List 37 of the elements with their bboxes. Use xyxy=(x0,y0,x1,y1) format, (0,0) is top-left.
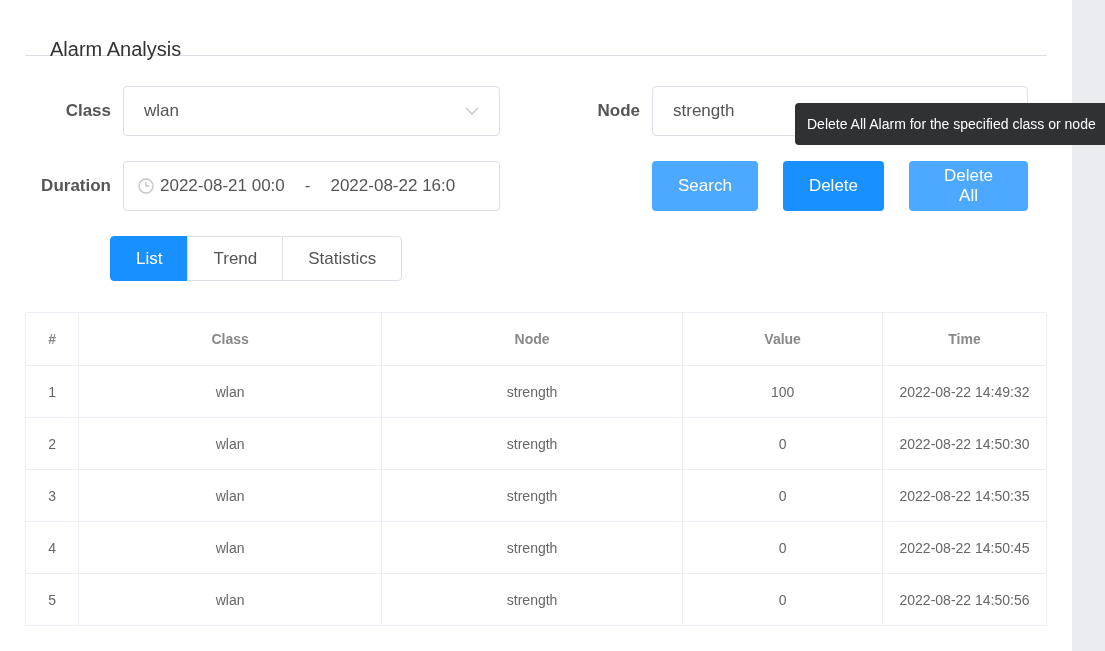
table-cell: 0 xyxy=(682,417,883,470)
tooltip: Delete All Alarm for the specified class or node xyxy=(795,103,1105,145)
column-header: Class xyxy=(78,312,382,366)
start-date: 2022-08-21 00:0 xyxy=(160,176,285,196)
table-cell: 4 xyxy=(25,521,79,574)
table-cell: wlan xyxy=(78,365,382,418)
table-cell: strength xyxy=(381,365,683,418)
table-cell: 5 xyxy=(25,573,79,626)
column-header: Value xyxy=(682,312,883,366)
table-cell: 1 xyxy=(25,365,79,418)
node-label: Node xyxy=(596,101,640,121)
table-cell: 2 xyxy=(25,417,79,470)
column-header: # xyxy=(25,312,79,366)
range-separator: - xyxy=(304,176,311,196)
table-cell: 0 xyxy=(682,573,883,626)
column-header: Time xyxy=(882,312,1047,366)
table-cell: 100 xyxy=(682,365,883,418)
table-cell: wlan xyxy=(78,417,382,470)
class-label: Class xyxy=(64,101,111,121)
table-cell: 2022-08-22 14:50:30 xyxy=(882,417,1047,470)
table-cell: wlan xyxy=(78,521,382,574)
table-cell: wlan xyxy=(78,469,382,522)
table-cell: strength xyxy=(381,469,683,522)
table-cell: 3 xyxy=(25,469,79,522)
table-cell: wlan xyxy=(78,573,382,626)
column-header: Node xyxy=(381,312,683,366)
table-cell: 2022-08-22 14:50:35 xyxy=(882,469,1047,522)
table-cell: strength xyxy=(381,521,683,574)
end-date: 2022-08-22 16:0 xyxy=(330,176,456,196)
table-cell: 2022-08-22 14:49:32 xyxy=(882,365,1047,418)
duration-label: Duration xyxy=(40,176,111,196)
table-cell: 2022-08-22 14:50:56 xyxy=(882,573,1047,626)
table-cell: strength xyxy=(381,417,683,470)
table-cell: strength xyxy=(381,573,683,626)
table-cell: 0 xyxy=(682,469,883,522)
table-cell: 2022-08-22 14:50:45 xyxy=(882,521,1047,574)
table-cell: 0 xyxy=(682,521,883,574)
